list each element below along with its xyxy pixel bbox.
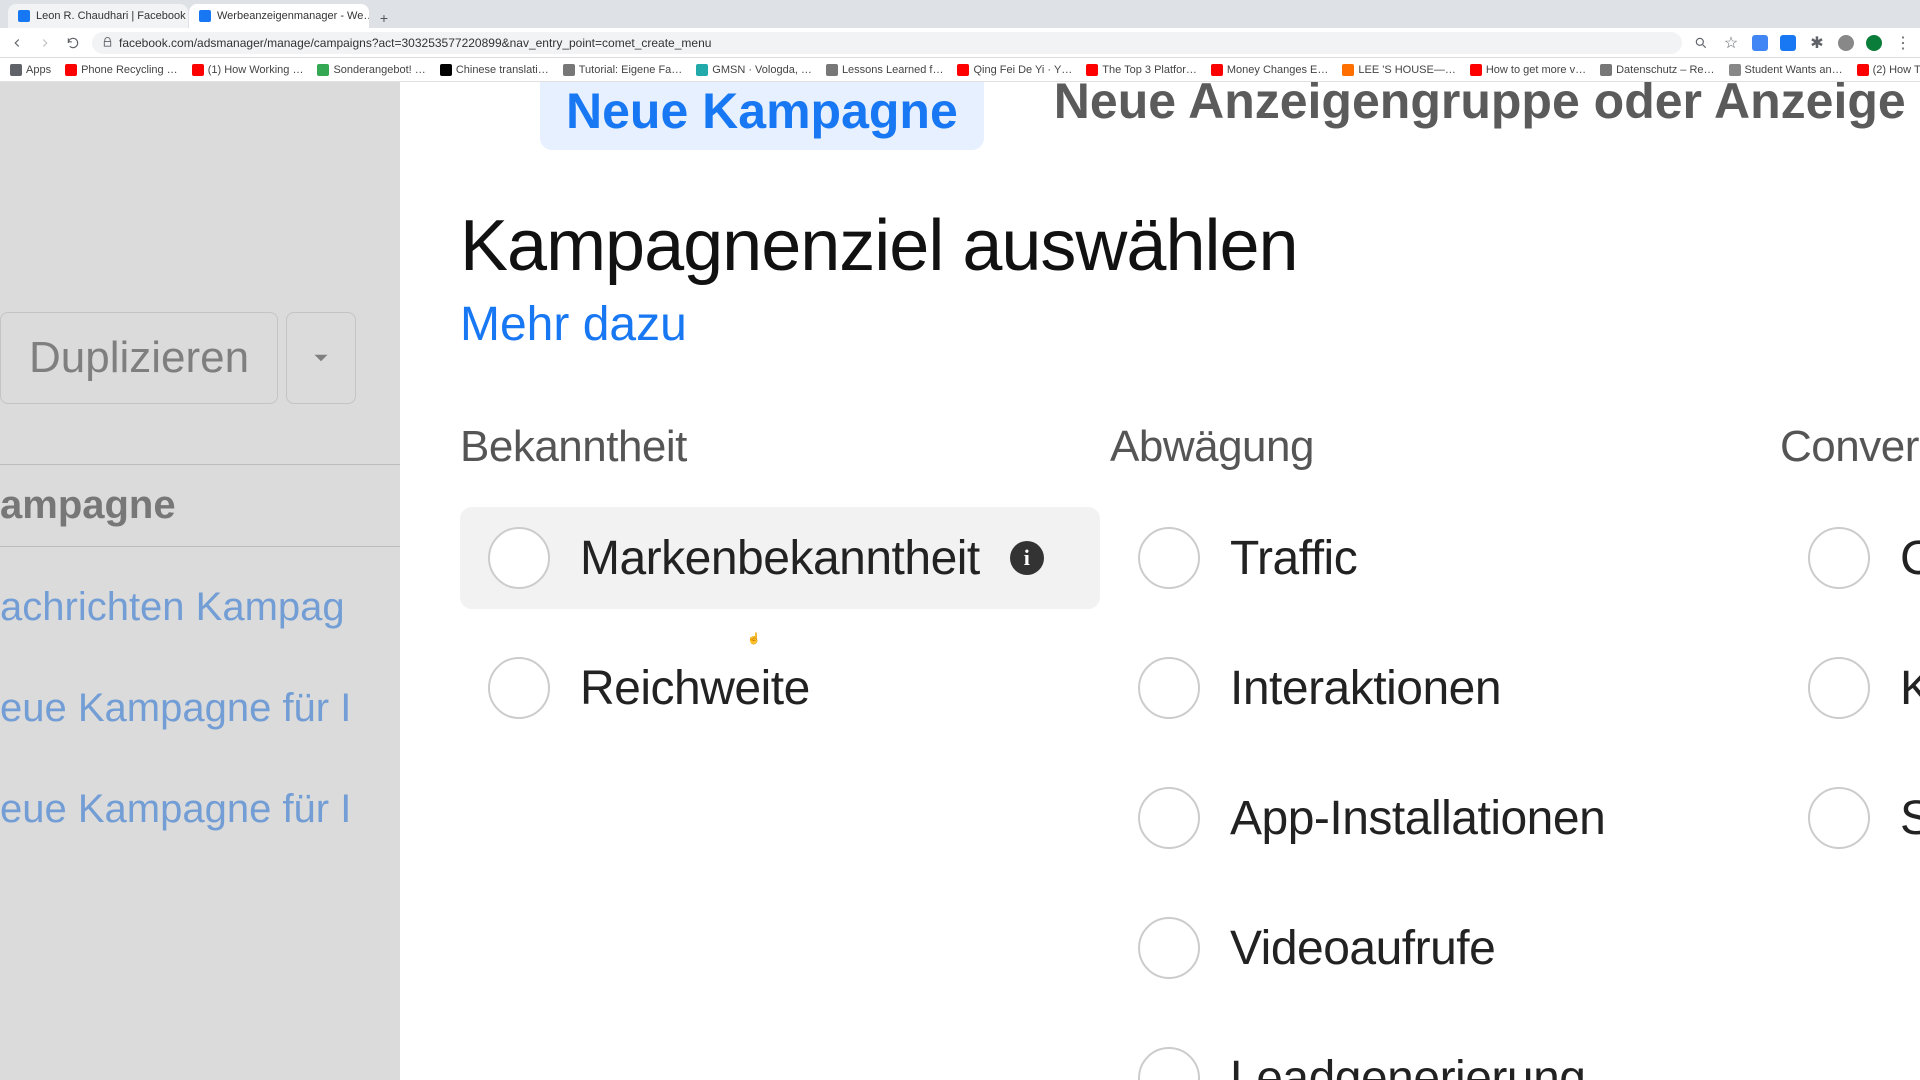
- tab-title: Werbeanzeigenmanager - We…: [217, 10, 369, 22]
- radio-button[interactable]: [1138, 1047, 1200, 1080]
- bookmark-item[interactable]: (2) How To Add A…: [1857, 64, 1920, 76]
- radio-button[interactable]: [488, 657, 550, 719]
- tab-new-adset[interactable]: Neue Anzeigengruppe oder Anzeige: [1054, 82, 1906, 150]
- facebook-ext-icon[interactable]: [1780, 35, 1796, 51]
- learn-more-link[interactable]: Mehr dazu: [460, 297, 1860, 352]
- bookmarks-bar: Apps Phone Recycling … (1) How Working ……: [0, 58, 1920, 82]
- objective-option-brand-awareness[interactable]: Markenbekanntheit i: [460, 507, 1100, 609]
- bookmark-item[interactable]: Chinese translati…: [440, 64, 549, 76]
- column-consideration: Abwägung Traffic Interaktionen App-Insta…: [1110, 422, 1770, 1080]
- back-button[interactable]: [8, 34, 26, 52]
- column-awareness: Bekanntheit Markenbekanntheit i Reichwei…: [460, 422, 1100, 1080]
- radio-button[interactable]: [1808, 657, 1870, 719]
- radio-button[interactable]: [1138, 657, 1200, 719]
- facebook-icon: [199, 10, 211, 22]
- bookmark-item[interactable]: LEE 'S HOUSE—…: [1342, 64, 1455, 76]
- option-label: Leadgenerierung: [1230, 1051, 1585, 1080]
- extension-icon[interactable]: [1838, 35, 1854, 51]
- cursor-icon: ☝: [747, 632, 761, 645]
- info-icon[interactable]: i: [1010, 541, 1044, 575]
- lock-icon: [102, 37, 113, 48]
- option-label: C: [1900, 531, 1920, 586]
- zoom-icon[interactable]: [1692, 34, 1710, 52]
- toolbar-right: ☆ ✱ ⋮: [1692, 34, 1912, 52]
- column-title: Conversio: [1780, 422, 1920, 472]
- campaign-list-panel: Duplizieren ampagne achrichten Kampag eu…: [0, 82, 400, 1080]
- address-bar[interactable]: facebook.com/adsmanager/manage/campaigns…: [92, 32, 1682, 54]
- option-label: App-Installationen: [1230, 791, 1605, 846]
- option-label: K: [1900, 661, 1920, 716]
- bookmark-item[interactable]: Phone Recycling …: [65, 64, 178, 76]
- bookmark-item[interactable]: Lessons Learned f…: [826, 64, 944, 76]
- objective-option-video-views[interactable]: Videoaufrufe: [1110, 897, 1770, 999]
- star-icon[interactable]: ☆: [1722, 34, 1740, 52]
- bookmark-item[interactable]: GMSN · Vologda, …: [696, 64, 812, 76]
- browser-tab-strip: Leon R. Chaudhari | Facebook × Werbeanze…: [0, 0, 1920, 28]
- new-tab-button[interactable]: +: [374, 8, 394, 28]
- bookmark-item[interactable]: Qing Fei De Yi · Y…: [957, 64, 1072, 76]
- bookmark-item[interactable]: Sonderangebot! …: [317, 64, 425, 76]
- option-label: Reichweite: [580, 661, 810, 716]
- tab-title: Leon R. Chaudhari | Facebook: [36, 10, 186, 22]
- objective-option-reach[interactable]: Reichweite: [460, 637, 1100, 739]
- bookmark-item[interactable]: Money Changes E…: [1211, 64, 1329, 76]
- bookmark-item[interactable]: (1) How Working …: [192, 64, 304, 76]
- radio-button[interactable]: [1138, 787, 1200, 849]
- objective-option-engagement[interactable]: Interaktionen: [1110, 637, 1770, 739]
- bookmark-item[interactable]: The Top 3 Platfor…: [1086, 64, 1197, 76]
- radio-button[interactable]: [1138, 527, 1200, 589]
- radio-button[interactable]: [1808, 787, 1870, 849]
- bookmark-item[interactable]: Student Wants an…: [1729, 64, 1843, 76]
- menu-icon[interactable]: ⋮: [1894, 34, 1912, 52]
- objective-option-lead-gen[interactable]: Leadgenerierung: [1110, 1027, 1770, 1080]
- option-label: Markenbekanntheit: [580, 531, 980, 586]
- modal-heading: Kampagnenziel auswählen: [460, 205, 1860, 287]
- column-title: Bekanntheit: [460, 422, 1100, 472]
- page-content: Duplizieren ampagne achrichten Kampag eu…: [0, 82, 1920, 1080]
- create-campaign-modal: Neue Kampagne Neue Anzeigengruppe oder A…: [400, 82, 1920, 1080]
- browser-toolbar: facebook.com/adsmanager/manage/campaigns…: [0, 28, 1920, 58]
- apps-bookmark[interactable]: Apps: [10, 64, 51, 76]
- forward-button[interactable]: [36, 34, 54, 52]
- objective-option[interactable]: K: [1780, 637, 1920, 739]
- bookmark-item[interactable]: How to get more v…: [1470, 64, 1586, 76]
- radio-button[interactable]: [1138, 917, 1200, 979]
- bookmark-item[interactable]: Tutorial: Eigene Fa…: [563, 64, 683, 76]
- extensions-icon[interactable]: ✱: [1808, 34, 1826, 52]
- option-label: Traffic: [1230, 531, 1357, 586]
- option-label: S: [1900, 791, 1920, 846]
- browser-tab[interactable]: Werbeanzeigenmanager - We… ×: [189, 4, 369, 28]
- option-label: Interaktionen: [1230, 661, 1501, 716]
- column-conversion: Conversio C K S: [1780, 422, 1920, 1080]
- profile-avatar[interactable]: [1866, 35, 1882, 51]
- radio-button[interactable]: [1808, 527, 1870, 589]
- facebook-icon: [18, 10, 30, 22]
- objective-option-app-installs[interactable]: App-Installationen: [1110, 767, 1770, 869]
- url-text: facebook.com/adsmanager/manage/campaigns…: [119, 36, 711, 50]
- objective-option-traffic[interactable]: Traffic: [1110, 507, 1770, 609]
- bookmark-item[interactable]: Datenschutz – Re…: [1600, 64, 1714, 76]
- tab-new-campaign[interactable]: Neue Kampagne: [540, 82, 984, 150]
- reload-button[interactable]: [64, 34, 82, 52]
- objective-option[interactable]: S: [1780, 767, 1920, 869]
- browser-tab[interactable]: Leon R. Chaudhari | Facebook ×: [8, 4, 188, 28]
- radio-button[interactable]: [488, 527, 550, 589]
- objective-option[interactable]: C: [1780, 507, 1920, 609]
- modal-backdrop: [0, 82, 400, 1080]
- extension-icon[interactable]: [1752, 35, 1768, 51]
- option-label: Videoaufrufe: [1230, 921, 1495, 976]
- column-title: Abwägung: [1110, 422, 1770, 472]
